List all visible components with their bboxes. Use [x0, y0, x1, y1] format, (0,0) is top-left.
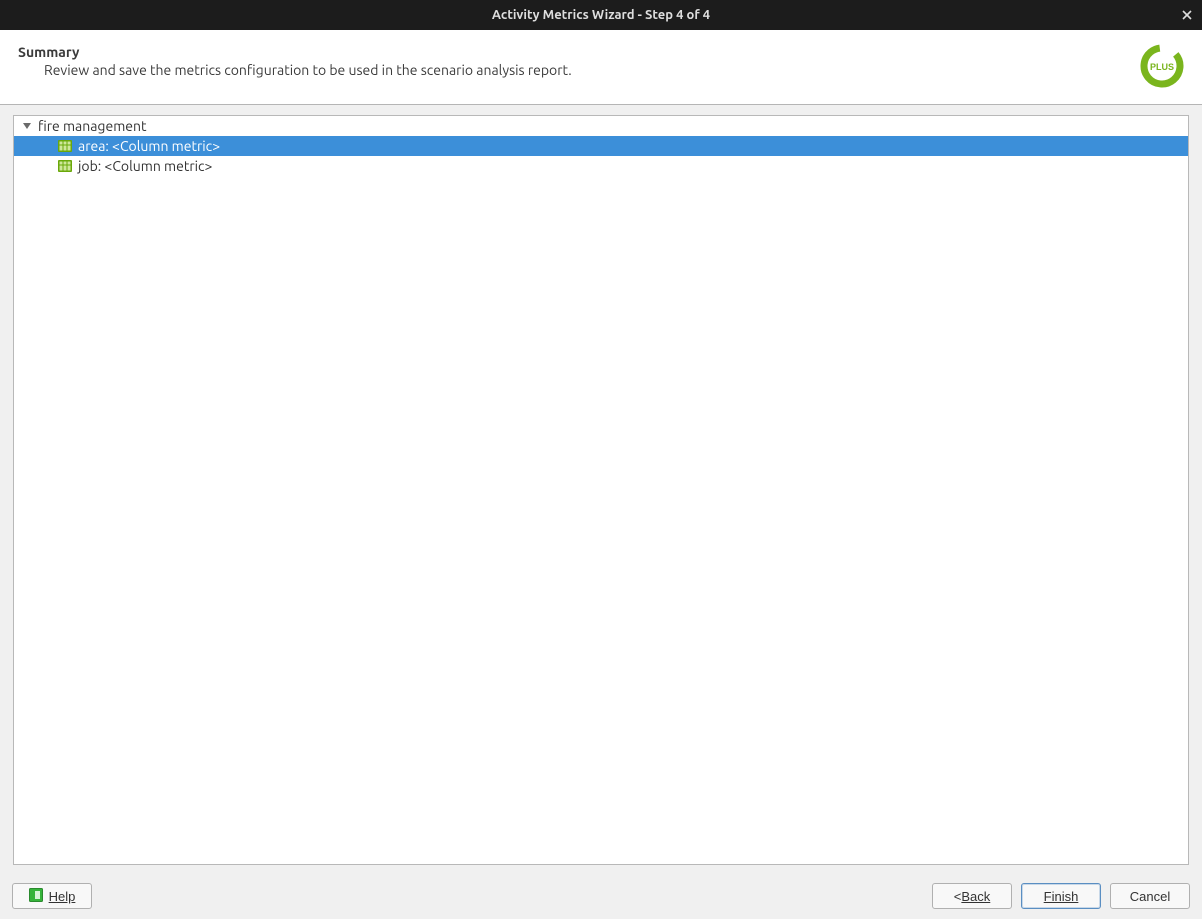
page-title: Summary: [18, 44, 572, 60]
cplus-logo-icon: PLUS: [1140, 44, 1184, 88]
help-icon: [29, 888, 43, 905]
tree-item-label: job: <Column metric>: [78, 158, 212, 174]
cancel-button-label: Cancel: [1130, 889, 1170, 904]
main-area: fire management area: <Column metric>: [0, 105, 1202, 875]
tree-item-label: area: <Column metric>: [78, 138, 220, 154]
back-button-label: Back: [961, 889, 990, 904]
cancel-button[interactable]: Cancel: [1110, 883, 1190, 909]
chevron-down-icon: [22, 121, 32, 131]
svg-text:PLUS: PLUS: [1150, 62, 1174, 72]
finish-button[interactable]: Finish: [1021, 883, 1101, 909]
help-button[interactable]: Help: [12, 883, 92, 909]
close-icon: [1181, 9, 1193, 21]
tree-child-item[interactable]: area: <Column metric>: [14, 136, 1188, 156]
header-text: Summary Review and save the metrics conf…: [18, 44, 572, 78]
back-button-prefix: <: [954, 889, 962, 904]
column-metric-icon: [58, 140, 72, 152]
close-button[interactable]: [1172, 0, 1202, 30]
expand-collapse-toggle[interactable]: [20, 119, 34, 133]
titlebar: Activity Metrics Wizard - Step 4 of 4: [0, 0, 1202, 30]
wizard-header: Summary Review and save the metrics conf…: [0, 30, 1202, 104]
finish-button-label: Finish: [1044, 889, 1079, 904]
tree-root-label: fire management: [38, 118, 147, 134]
tree-child-item[interactable]: job: <Column metric>: [14, 156, 1188, 176]
help-button-label: Help: [49, 889, 76, 904]
footer-left: Help: [12, 883, 92, 909]
window-title: Activity Metrics Wizard - Step 4 of 4: [492, 8, 710, 22]
back-button[interactable]: < Back: [932, 883, 1012, 909]
page-description: Review and save the metrics configuratio…: [18, 62, 572, 78]
metrics-tree[interactable]: fire management area: <Column metric>: [13, 115, 1189, 865]
tree-root-item[interactable]: fire management: [14, 116, 1188, 136]
column-metric-icon: [58, 160, 72, 172]
footer-right: < Back Finish Cancel: [932, 883, 1190, 909]
footer-bar: Help < Back Finish Cancel: [0, 875, 1202, 919]
